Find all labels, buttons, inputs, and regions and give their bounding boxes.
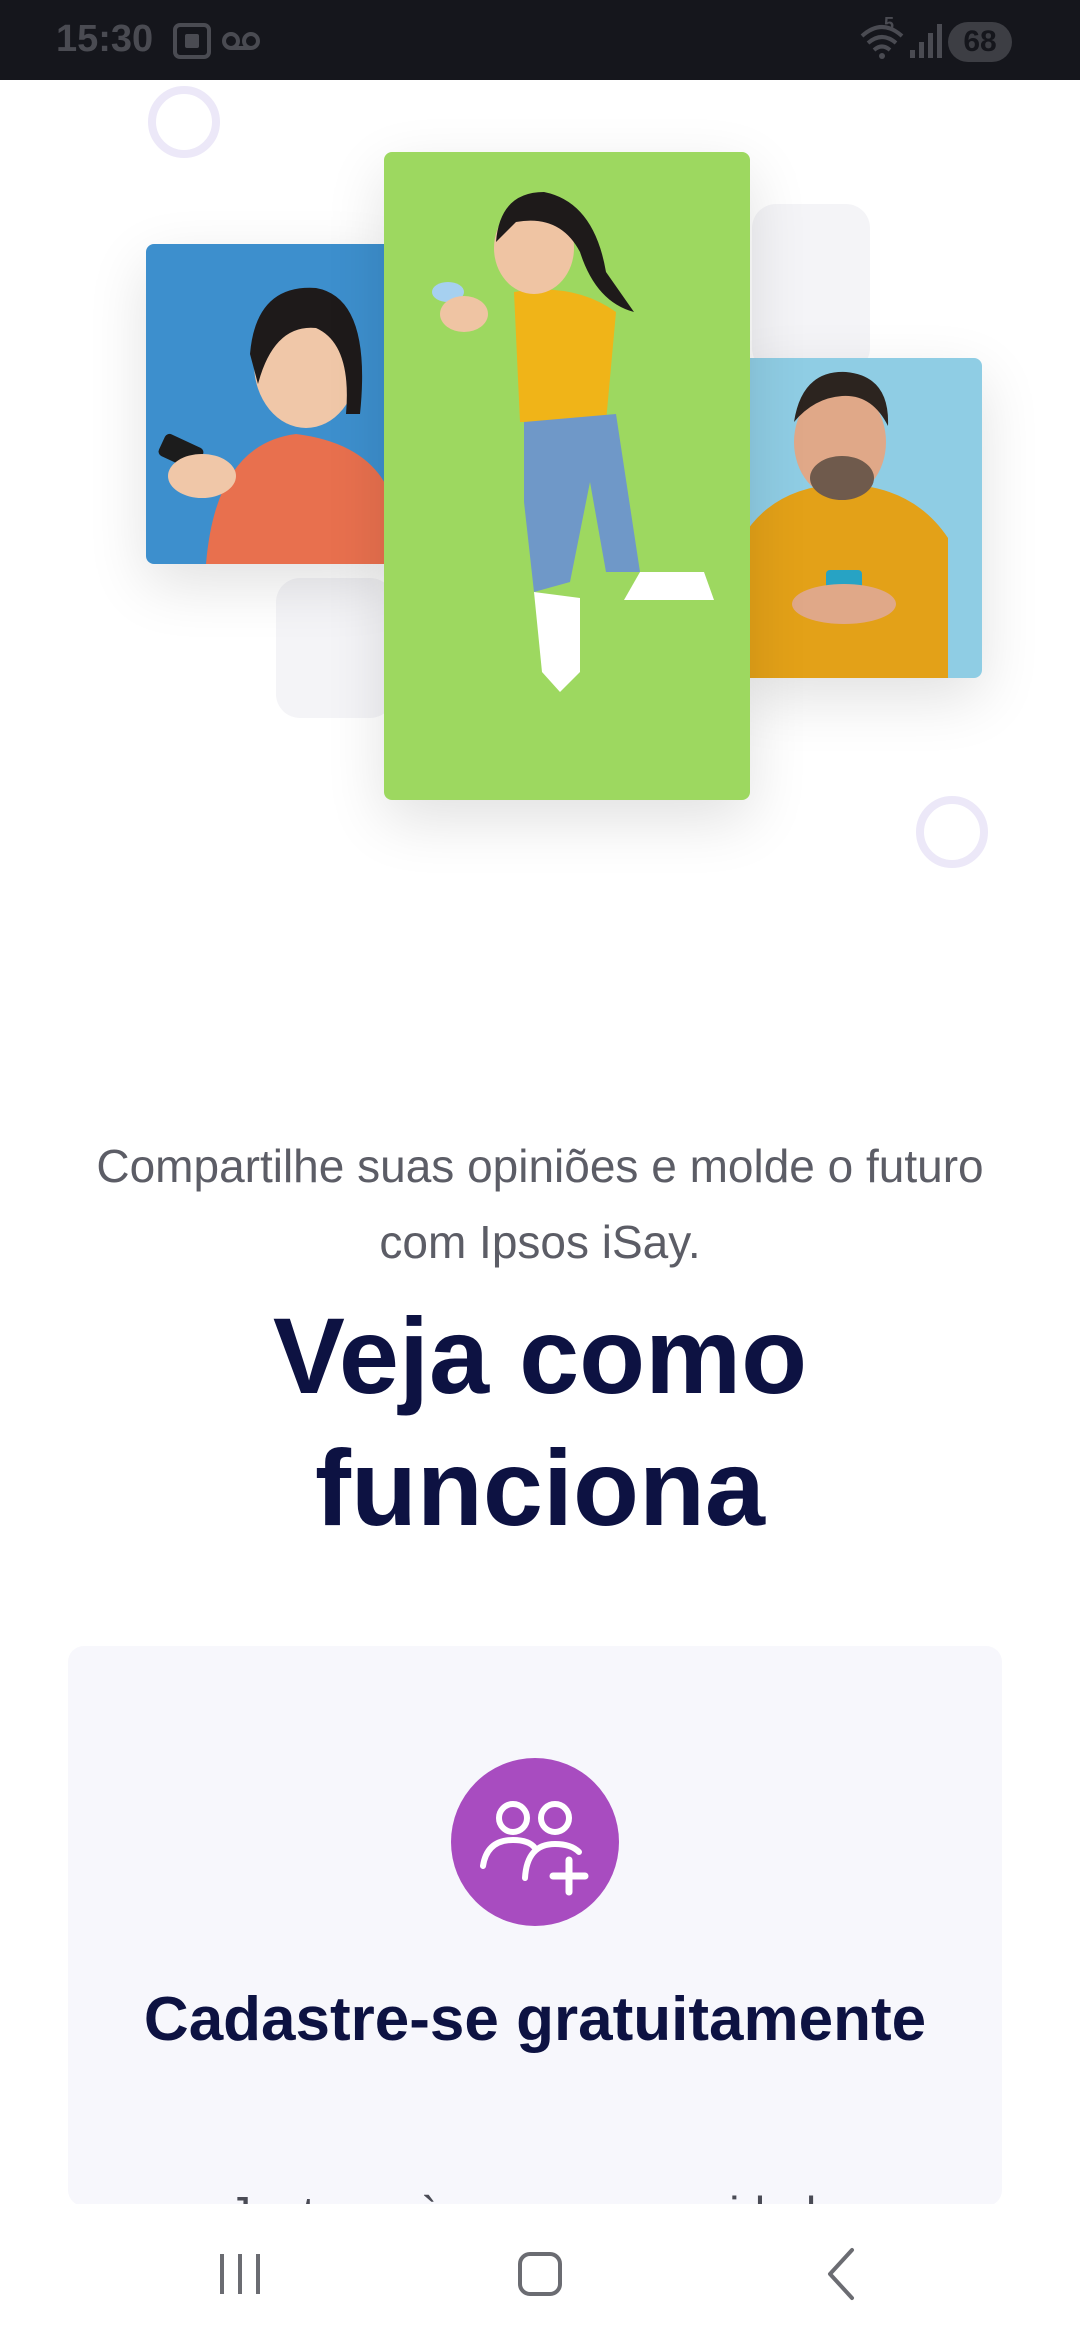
step-title: Cadastre-se gratuitamente: [143, 1985, 927, 2054]
dot-pattern: [752, 204, 870, 372]
intro-tagline: Compartilhe suas opiniões e molde o futu…: [96, 1140, 984, 1268]
voicemail-icon: [222, 22, 260, 65]
woman-with-phone-photo: [146, 244, 394, 564]
dot-pattern: [276, 578, 394, 718]
battery-icon: 68: [948, 22, 1012, 62]
page-title: Veja como funciona: [272, 1295, 808, 1548]
back-button[interactable]: [802, 2234, 882, 2314]
jumping-woman-photo: [384, 152, 750, 800]
signal-icon: [908, 22, 942, 65]
step-card: Cadastre-se gratuitamente Junte-se à nos…: [68, 1646, 1002, 2206]
status-time: 15:30: [56, 18, 154, 60]
decorative-ring: [916, 796, 988, 868]
screenshot-icon: [172, 22, 212, 65]
decorative-ring: [148, 86, 220, 158]
wifi-icon: [858, 22, 906, 65]
recents-button[interactable]: [200, 2234, 280, 2314]
users-add-icon: [451, 1758, 619, 1926]
step-description: Junte-se à nossa comunidade: [108, 2186, 962, 2206]
home-button[interactable]: [500, 2234, 580, 2314]
network-label: 5: [884, 14, 895, 34]
status-bar: 15:30 5 68: [0, 0, 1080, 80]
man-with-phone-photo: [742, 358, 982, 678]
navigation-bar: [0, 2204, 1080, 2340]
